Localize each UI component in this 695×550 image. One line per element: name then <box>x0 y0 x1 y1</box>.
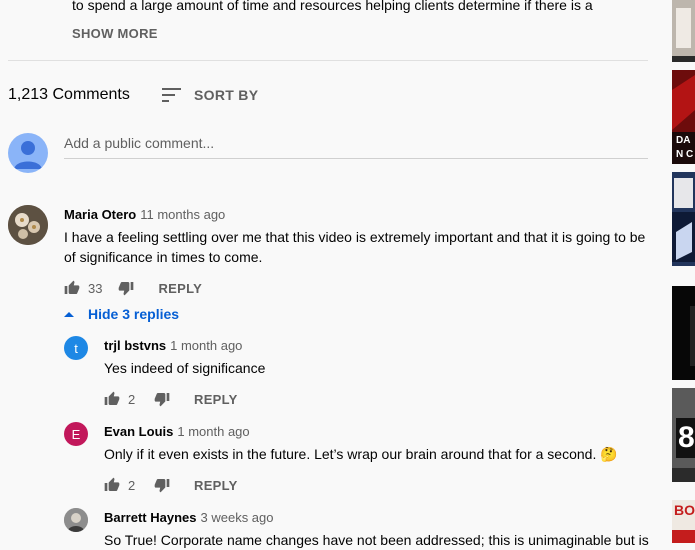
hide-replies-toggle[interactable]: Hide 3 replies <box>64 306 179 322</box>
thumbs-up-icon[interactable] <box>104 391 120 407</box>
video-thumbnail[interactable] <box>672 0 695 62</box>
reply-author[interactable]: Evan Louis 1 month ago <box>104 424 250 439</box>
reply-author[interactable]: trjl bstvns 1 month ago <box>104 338 242 353</box>
avatar-initial: E <box>71 426 81 442</box>
thumbnail-text: 8 <box>678 421 695 454</box>
reply-time[interactable]: 3 weeks ago <box>201 510 274 525</box>
thumbs-up-icon[interactable] <box>104 477 120 493</box>
thumbs-down-icon <box>154 479 170 493</box>
reply-time[interactable]: 1 month ago <box>170 338 242 353</box>
video-thumbnail[interactable] <box>672 286 695 380</box>
video-thumbnail[interactable]: 8 <box>672 388 695 482</box>
flower-photo-icon <box>8 205 48 245</box>
user-avatar <box>8 133 48 173</box>
comment-text: I have a feeling settling over me that t… <box>64 227 654 267</box>
reply-button[interactable]: REPLY <box>194 478 238 493</box>
comment-count: 1,213 Comments <box>8 86 130 103</box>
author-name[interactable]: Maria Otero <box>64 207 136 222</box>
avatar[interactable] <box>64 508 88 532</box>
comment-author[interactable]: Maria Otero 11 months ago <box>64 207 225 222</box>
author-name[interactable]: Barrett Haynes <box>104 510 197 525</box>
sort-by-button[interactable]: SORT BY <box>162 86 258 104</box>
comment-actions: 33 REPLY <box>64 278 202 298</box>
reply-actions: 2 REPLY <box>104 389 238 409</box>
reply-time[interactable]: 1 month ago <box>177 424 249 439</box>
avatar[interactable]: E <box>64 422 88 446</box>
video-thumbnail[interactable]: BO <box>672 500 695 543</box>
divider <box>8 60 648 61</box>
thumbnail-image <box>672 172 695 266</box>
reply-button[interactable]: REPLY <box>158 281 202 296</box>
reply-button[interactable]: REPLY <box>194 392 238 407</box>
comment-text-line: I have a feeling settling over me that t… <box>64 229 646 245</box>
reply-text: Only if it even exists in the future. Le… <box>104 446 618 462</box>
thumbnail-image <box>672 0 695 62</box>
hide-replies-label: Hide 3 replies <box>88 306 180 322</box>
dislike-button[interactable] <box>118 280 134 296</box>
avatar[interactable] <box>8 205 48 245</box>
description-text: to spend a large amount of time and reso… <box>72 0 593 13</box>
comment-time[interactable]: 11 months ago <box>140 207 225 222</box>
like-count: 2 <box>128 391 136 407</box>
dislike-button[interactable] <box>154 477 170 493</box>
thumbnail-text: DAN CAR <box>676 135 694 164</box>
reply-text: Yes indeed of significance <box>104 360 266 376</box>
like-count: 2 <box>128 477 136 493</box>
author-name[interactable]: Evan Louis <box>104 424 173 439</box>
comment-text-line: of significance in times to come. <box>64 249 263 265</box>
thumbs-down-icon <box>154 393 170 407</box>
video-thumbnail[interactable]: DAN CAR <box>672 70 695 164</box>
thumbnail-image <box>672 286 695 380</box>
sort-by-label: SORT BY <box>194 87 259 103</box>
thumbnail-text: BO <box>674 502 695 518</box>
avatar-initial: t <box>74 340 78 356</box>
chevron-up-icon <box>64 312 74 317</box>
person-icon <box>14 141 42 169</box>
reply-actions: 2 REPLY <box>104 475 238 495</box>
reply-text: So True! Corporate name changes have not… <box>104 532 649 548</box>
thumbs-up-icon[interactable] <box>64 280 80 296</box>
show-more-button[interactable]: SHOW MORE <box>72 26 158 41</box>
like-count: 33 <box>88 280 103 296</box>
dislike-button[interactable] <box>154 391 170 407</box>
author-name[interactable]: trjl bstvns <box>104 338 166 353</box>
thumbs-down-icon <box>119 282 134 296</box>
reply-author[interactable]: Barrett Haynes 3 weeks ago <box>104 510 274 525</box>
portrait-photo-icon <box>64 508 88 532</box>
sort-icon <box>162 88 181 102</box>
video-thumbnail[interactable] <box>672 172 695 266</box>
add-comment-input[interactable]: Add a public comment... <box>64 134 648 159</box>
avatar[interactable]: t <box>64 336 88 360</box>
